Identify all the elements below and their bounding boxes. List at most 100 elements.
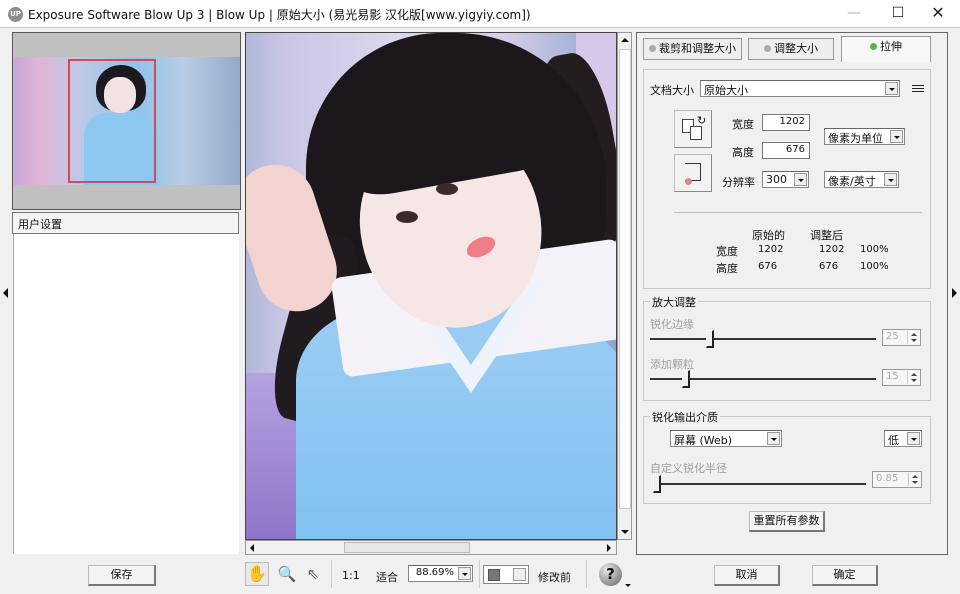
vertical-scroll-thumb[interactable] xyxy=(619,49,631,509)
divider xyxy=(674,212,922,213)
chevron-down-icon xyxy=(513,568,526,581)
sharpen-edges-slider[interactable] xyxy=(650,338,876,340)
before-after-toggle[interactable]: 修改前 xyxy=(538,569,571,585)
stat-adjusted-width: 1202 xyxy=(819,244,845,255)
chevron-down-icon xyxy=(885,82,898,95)
image-canvas[interactable] xyxy=(245,32,617,540)
width-input[interactable]: 1202 xyxy=(762,114,810,131)
app-icon: UP xyxy=(8,7,23,22)
help-icon[interactable]: ? xyxy=(599,563,622,586)
unit-select[interactable]: 像素为单位 xyxy=(824,128,905,145)
red-dot-icon xyxy=(685,178,692,185)
sharpen-level-select[interactable]: 低 xyxy=(884,430,922,447)
doc-size-select[interactable]: 原始大小 xyxy=(700,80,900,97)
title-bar: UP Exposure Software Blow Up 3 | Blow Up… xyxy=(0,0,960,28)
horizontal-scroll-thumb[interactable] xyxy=(344,542,470,553)
maximize-button[interactable]: ☐ xyxy=(880,0,916,28)
window-title: Exposure Software Blow Up 3 | Blow Up | … xyxy=(28,8,531,22)
toolbar-separator xyxy=(331,560,332,588)
tab-status-icon xyxy=(870,43,877,50)
height-label: 高度 xyxy=(732,146,754,159)
width-label: 宽度 xyxy=(732,118,754,131)
pointer-tool-icon[interactable]: ⇖ xyxy=(301,562,325,586)
custom-radius-spinner[interactable]: 0.85 xyxy=(872,471,922,488)
chevron-down-icon xyxy=(794,173,807,186)
cancel-button[interactable]: 取消 xyxy=(714,565,780,586)
reset-all-button[interactable]: 重置所有参数 xyxy=(749,511,825,532)
col-original: 原始的 xyxy=(752,229,785,242)
hand-tool-icon[interactable]: ✋ xyxy=(245,562,269,586)
resolution-select[interactable]: 300 xyxy=(762,171,809,188)
viewport-rectangle[interactable] xyxy=(68,59,156,183)
document-icon xyxy=(690,126,702,140)
save-button[interactable]: 保存 xyxy=(88,565,156,586)
collapse-left-panel-icon[interactable] xyxy=(3,288,8,298)
collapse-right-panel-icon[interactable] xyxy=(952,288,957,298)
rotate-orientation-button[interactable]: ↻ xyxy=(674,110,712,148)
spin-arrows-icon[interactable] xyxy=(908,473,920,486)
stat-percent-height: 100% xyxy=(860,261,889,272)
add-grain-spinner[interactable]: 15 xyxy=(882,369,921,386)
sharpen-output-group: 锐化输出介质 屏幕 (Web) 低 自定义锐化半径 0.85 xyxy=(643,409,931,504)
spin-arrows-icon[interactable] xyxy=(907,331,919,344)
spin-arrows-icon[interactable] xyxy=(907,371,919,384)
stat-original-width: 1202 xyxy=(758,244,784,255)
tab-resize[interactable]: 调整大小 xyxy=(748,38,834,60)
tab-stretch[interactable]: 拉伸 xyxy=(841,36,931,62)
sharpen-group-title: 锐化输出介质 xyxy=(650,409,720,425)
scroll-up-icon[interactable] xyxy=(621,38,629,42)
toolbar-separator xyxy=(479,560,480,588)
chevron-down-icon xyxy=(458,567,471,580)
stat-original-height: 676 xyxy=(758,261,778,272)
tab-status-icon xyxy=(764,45,771,52)
stat-row-label: 高度 xyxy=(716,262,738,275)
col-adjusted: 调整后 xyxy=(810,229,843,242)
zoom-tool-icon[interactable]: 🔍 xyxy=(275,562,299,586)
help-dropdown-icon[interactable] xyxy=(625,584,631,587)
sharpen-edges-handle[interactable] xyxy=(706,330,714,348)
reset-size-button[interactable] xyxy=(674,154,712,192)
zoom-level-select[interactable]: 88.69% xyxy=(408,565,473,582)
enlarge-group-title: 放大调整 xyxy=(650,294,698,310)
chevron-down-icon xyxy=(767,432,780,445)
add-grain-handle[interactable] xyxy=(682,370,690,388)
resolution-label: 分辨率 xyxy=(722,176,755,189)
close-button[interactable]: ✕ xyxy=(920,0,956,28)
tab-status-icon xyxy=(649,45,656,52)
custom-radius-label: 自定义锐化半径 xyxy=(650,462,727,475)
navigator-preview[interactable] xyxy=(12,32,241,210)
background-color-select[interactable] xyxy=(483,565,529,584)
preview-thumbnail xyxy=(14,57,240,185)
height-input[interactable]: 676 xyxy=(762,142,810,159)
fit-button[interactable]: 适合 xyxy=(376,569,398,585)
rotate-arrow-icon: ↻ xyxy=(697,114,707,127)
stat-percent-width: 100% xyxy=(860,244,889,255)
stat-adjusted-height: 676 xyxy=(819,261,839,272)
chevron-down-icon xyxy=(884,173,897,186)
user-settings-header: 用户设置 xyxy=(12,212,239,234)
sharpen-edges-spinner[interactable]: 25 xyxy=(882,329,921,346)
scroll-left-icon[interactable] xyxy=(250,544,254,552)
minimize-button[interactable]: — xyxy=(836,0,872,28)
user-settings-list[interactable] xyxy=(13,234,239,554)
custom-radius-slider[interactable] xyxy=(654,483,866,485)
document-size-group: 文档大小 原始大小 ↻ 宽度 1202 高度 676 分辨率 300 像素为单位… xyxy=(643,69,931,289)
output-medium-select[interactable]: 屏幕 (Web) xyxy=(670,430,782,447)
color-swatch xyxy=(488,569,500,581)
ok-button[interactable]: 确定 xyxy=(812,565,878,586)
settings-panel: 裁剪和调整大小 调整大小 拉伸 文档大小 原始大小 ↻ 宽度 1202 高度 6… xyxy=(636,32,948,555)
options-menu-icon[interactable] xyxy=(912,85,924,95)
actual-size-button[interactable]: 1:1 xyxy=(342,569,360,582)
tab-crop-resize[interactable]: 裁剪和调整大小 xyxy=(643,38,742,60)
custom-radius-handle[interactable] xyxy=(653,475,661,493)
scroll-down-icon[interactable] xyxy=(621,530,629,534)
doc-size-label: 文档大小 xyxy=(650,84,694,97)
scroll-right-icon[interactable] xyxy=(607,544,611,552)
toolbar-separator xyxy=(586,560,587,588)
chevron-down-icon xyxy=(890,130,903,143)
resolution-unit-select[interactable]: 像素/英寸 xyxy=(824,171,899,188)
sharpen-edges-label: 锐化边缘 xyxy=(650,318,694,331)
vertical-scrollbar[interactable] xyxy=(617,32,632,540)
enlarge-adjust-group: 放大调整 锐化边缘 25 添加颗粒 15 xyxy=(643,294,931,401)
horizontal-scrollbar[interactable] xyxy=(245,540,617,555)
